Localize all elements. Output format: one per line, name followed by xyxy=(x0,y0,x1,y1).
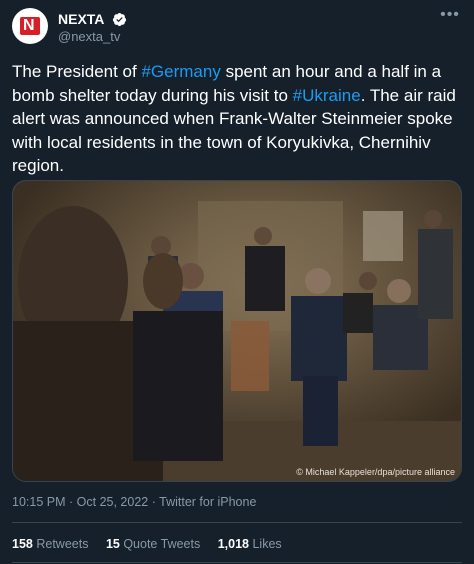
likes-label: Likes xyxy=(252,537,282,551)
tweet-time[interactable]: 10:15 PM xyxy=(12,495,66,509)
photo-credit: © Michael Kappeler/dpa/picture alliance xyxy=(296,467,455,477)
tweet-text: The President of #Germany spent an hour … xyxy=(12,60,462,178)
likes-count: 1,018 xyxy=(217,537,249,551)
author-display-name[interactable]: NEXTA xyxy=(58,10,104,28)
tweet-header: N NEXTA @nexta_tv ••• xyxy=(12,7,462,48)
tweet-photo[interactable]: © Michael Kappeler/dpa/picture alliance xyxy=(12,180,462,482)
quote-tweets-count: 15 xyxy=(105,537,120,551)
retweets-stat[interactable]: 158 Retweets xyxy=(12,537,88,551)
avatar-logo-letter: N xyxy=(23,17,35,34)
likes-stat[interactable]: 1,018 Likes xyxy=(218,537,282,551)
divider xyxy=(12,522,462,523)
quote-tweets-label: Quote Tweets xyxy=(123,537,201,551)
retweets-label: Retweets xyxy=(36,537,89,551)
tweet-text-segment: The President of xyxy=(12,62,142,81)
hashtag-link[interactable]: #Ukraine xyxy=(293,86,361,105)
meta-separator: · xyxy=(151,495,156,509)
tweet-meta: 10:15 PM · Oct 25, 2022 · Twitter for iP… xyxy=(12,495,256,509)
avatar[interactable]: N xyxy=(12,8,48,44)
meta-separator: · xyxy=(69,495,74,509)
tweet-date[interactable]: Oct 25, 2022 xyxy=(77,495,149,509)
quote-tweets-stat[interactable]: 15 Quote Tweets xyxy=(106,537,200,551)
hashtag-link[interactable]: #Germany xyxy=(141,62,220,81)
photo-scene xyxy=(13,181,461,481)
author-names: NEXTA @nexta_tv xyxy=(58,10,127,45)
tweet-source[interactable]: Twitter for iPhone xyxy=(159,495,256,509)
author-handle[interactable]: @nexta_tv xyxy=(58,28,127,45)
divider xyxy=(12,562,462,563)
retweets-count: 158 xyxy=(12,537,33,551)
verified-badge-icon xyxy=(112,12,126,26)
tweet-stats: 158 Retweets 15 Quote Tweets 1,018 Likes xyxy=(12,537,296,551)
more-horizontal-icon[interactable]: ••• xyxy=(438,7,462,28)
